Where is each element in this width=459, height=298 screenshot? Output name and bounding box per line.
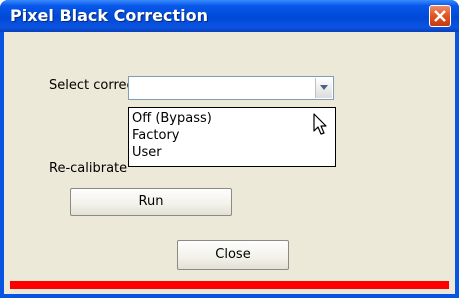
window-title: Pixel Black Correction — [10, 6, 208, 25]
close-button-label: Close — [215, 247, 251, 262]
close-window-button[interactable] — [429, 5, 451, 27]
status-bar — [10, 281, 449, 289]
close-icon — [434, 10, 446, 22]
option-off-bypass[interactable]: Off (Bypass) — [132, 110, 212, 127]
option-user[interactable]: User — [132, 144, 162, 161]
close-button[interactable]: Close — [177, 240, 289, 270]
recalibrate-label: Re-calibrate — [49, 161, 128, 176]
run-button[interactable]: Run — [70, 188, 232, 216]
mouse-pointer-icon — [313, 113, 327, 135]
run-button-label: Run — [138, 194, 164, 209]
combo-dropdown-button[interactable] — [315, 78, 332, 98]
correction-options-list[interactable]: Off (Bypass) Factory User — [128, 107, 336, 167]
chevron-down-icon — [320, 85, 328, 90]
correction-settings-combobox[interactable] — [128, 76, 334, 100]
title-bar[interactable]: Pixel Black Correction — [0, 0, 459, 32]
option-factory[interactable]: Factory — [132, 127, 180, 144]
